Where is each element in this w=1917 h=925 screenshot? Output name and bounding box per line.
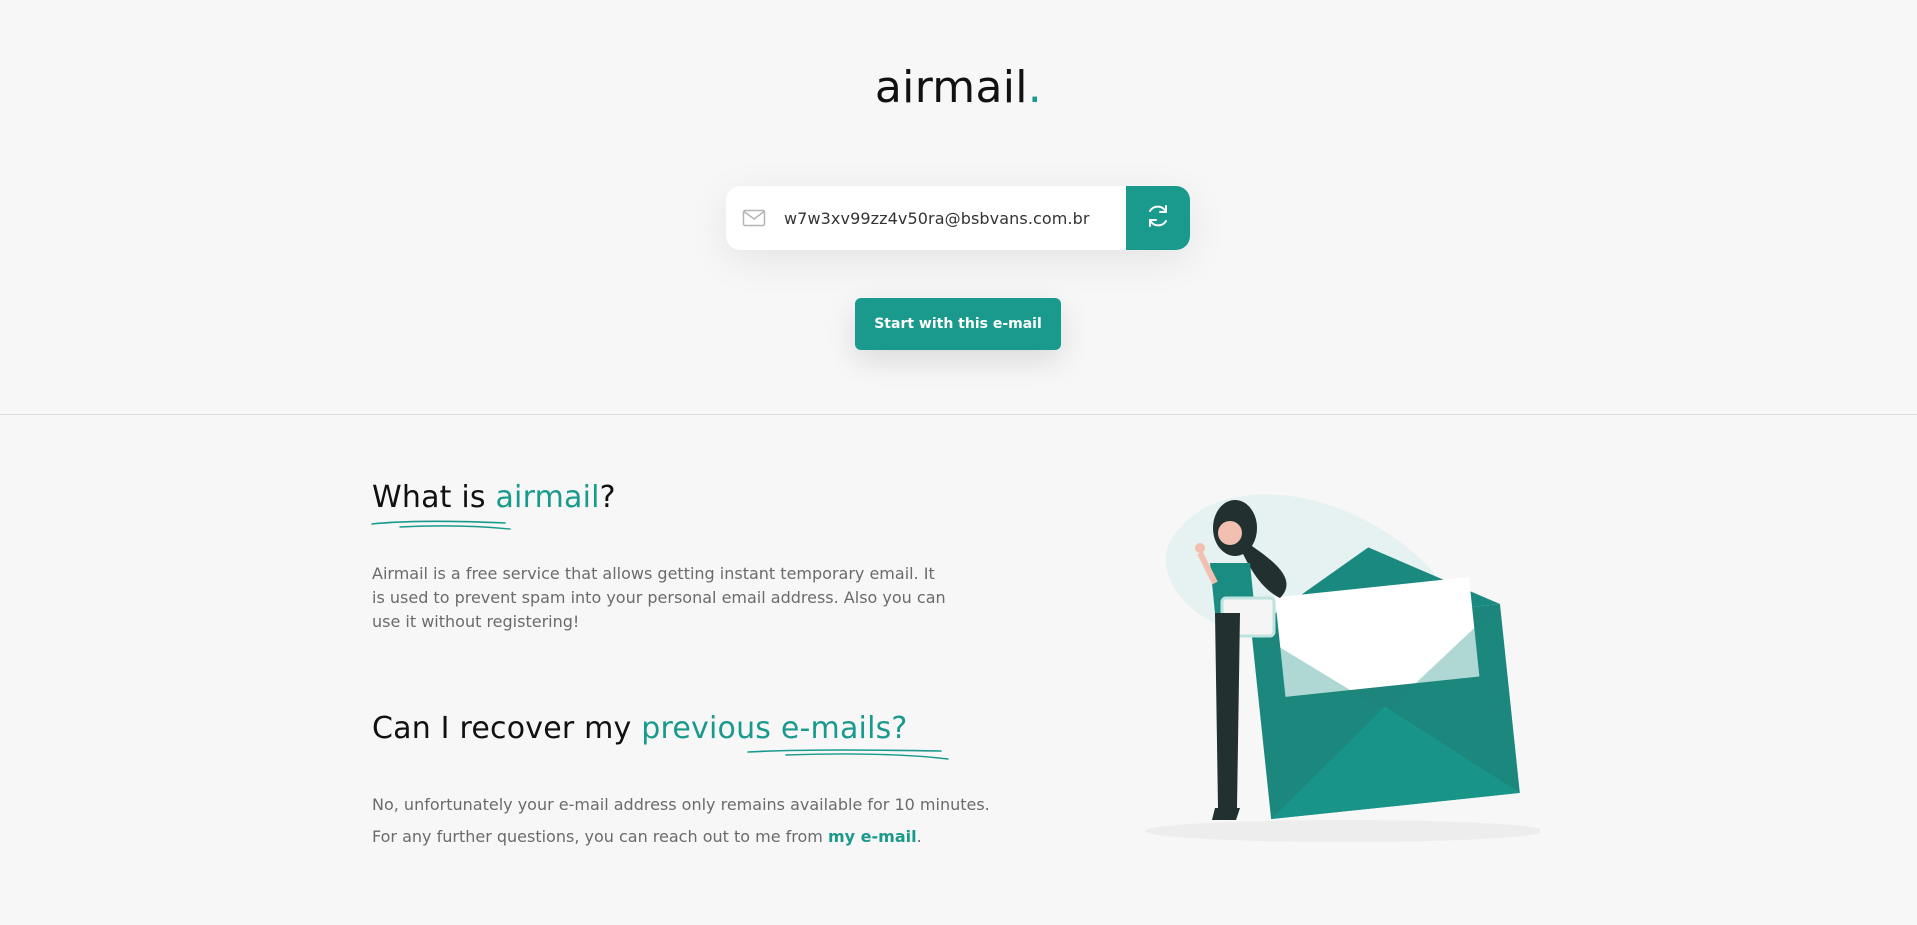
what-is-body: Airmail is a free service that allows ge… xyxy=(372,562,952,634)
recover-body: No, unfortunately your e-mail address on… xyxy=(372,793,1012,849)
heading-accent: airmail xyxy=(495,480,600,515)
recover-heading: Can I recover my previous e-mails? xyxy=(372,711,1072,746)
email-address[interactable]: w7w3xv99zz4v50ra@bsbvans.com.br xyxy=(784,209,1126,228)
what-is-section: What is airmail? xyxy=(372,480,972,515)
mail-icon xyxy=(742,208,766,228)
logo-dot: . xyxy=(1027,62,1043,113)
refresh-icon xyxy=(1144,202,1172,235)
contact-period: . xyxy=(916,827,922,846)
email-display-field[interactable]: w7w3xv99zz4v50ra@bsbvans.com.br xyxy=(726,186,1190,250)
heading-prefix: What is xyxy=(372,480,496,515)
my-email-link[interactable]: my e-mail xyxy=(828,827,917,846)
heading-prefix: Can I recover my xyxy=(372,711,642,746)
start-with-email-button[interactable]: Start with this e-mail xyxy=(855,298,1061,350)
hero-section: airmail. w7w3xv99zz4v50ra@bsbvans.com.br… xyxy=(0,0,1917,415)
logo[interactable]: airmail. xyxy=(0,62,1917,113)
what-is-paragraph: Airmail is a free service that allows ge… xyxy=(372,564,946,631)
contact-text: For any further questions, you can reach… xyxy=(372,827,828,846)
underline-decoration xyxy=(371,520,511,530)
recover-paragraph-1: No, unfortunately your e-mail address on… xyxy=(372,795,990,814)
underline-decoration xyxy=(747,749,949,760)
recover-paragraph-2: For any further questions, you can reach… xyxy=(372,825,1012,849)
heading-accent: previous e-mails? xyxy=(641,711,908,746)
heading-suffix: ? xyxy=(599,480,616,515)
what-is-heading: What is airmail? xyxy=(372,480,972,515)
refresh-button[interactable] xyxy=(1126,186,1190,250)
envelope-woman-illustration xyxy=(1140,488,1545,848)
recover-section: Can I recover my previous e-mails? xyxy=(372,711,1072,746)
logo-text: airmail xyxy=(874,62,1028,113)
